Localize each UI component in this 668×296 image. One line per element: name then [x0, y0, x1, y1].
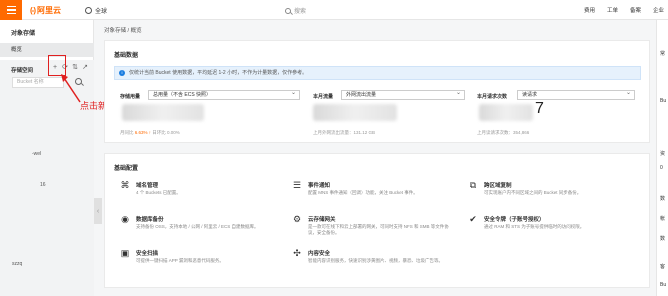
- event-notification-icon: ☰: [292, 180, 302, 190]
- breadcrumb: 对象存储 / 概览: [104, 28, 142, 34]
- storage-type-select[interactable]: 总用量（不含 ECS 快照）: [148, 89, 300, 100]
- feature-desc: 4 个 Buckets 已配置。: [136, 190, 181, 195]
- info-notice: i 仅统计当前 Bucket 使用数据，平均延迟 1-2 小时，不作为计量数据，…: [114, 66, 641, 80]
- nav-fees[interactable]: 费用: [584, 6, 595, 14]
- bucket-item[interactable]: -wel: [32, 151, 41, 157]
- info-icon: i: [119, 70, 125, 76]
- storage-label: 存储用量: [120, 94, 141, 100]
- storage-value-redacted: [122, 104, 204, 121]
- right-strip-text: 0: [660, 165, 663, 171]
- requests-label: 本月请求次数: [477, 94, 508, 100]
- right-strip-text: 常: [660, 51, 666, 57]
- feature-desc: 配置 MNS 事件通知（回调）功能，关注 Bucket 事件。: [308, 190, 418, 195]
- feature-cross-region-replication[interactable]: ⧉ 跨区域复制 可实现账户内不同区域之间的 Bucket 同步备份。: [468, 180, 638, 206]
- bucket-item[interactable]: szzq: [12, 261, 22, 267]
- right-strip-text: 数: [660, 236, 666, 242]
- traffic-type-select[interactable]: 外网流出流量: [341, 89, 465, 100]
- info-notice-text: 仅统计当前 Bucket 使用数据，平均延迟 1-2 小时，不作为计量数据，仅作…: [129, 70, 308, 76]
- nav-tickets[interactable]: 工单: [607, 6, 618, 14]
- right-side-panel: 常 Bu 资 0 数 帐 数 客 Bu: [656, 20, 668, 296]
- storage-footer-prefix: 月同比: [120, 130, 134, 135]
- bucket-section-label: 存储空间: [11, 68, 34, 74]
- cross-region-replication-icon: ⧉: [469, 180, 477, 190]
- right-strip-text: 数: [660, 196, 666, 202]
- feature-title[interactable]: 安全令牌（子账号授权）: [484, 215, 545, 223]
- feature-security-token[interactable]: ✔ 安全令牌（子账号授权） 通过 RAM 和 STS 为子账号提供临时的访问权限…: [468, 214, 638, 240]
- feature-title[interactable]: 数据库备份: [136, 215, 164, 223]
- database-backup-icon: ◉: [121, 214, 129, 224]
- right-strip-text: 帐: [660, 216, 666, 222]
- sidebar-item-overview[interactable]: 概览: [0, 43, 94, 57]
- collapse-sidebar-button[interactable]: ‹: [94, 198, 102, 224]
- logo-text: 阿里云: [37, 6, 61, 15]
- basic-data-title: 基础数据: [114, 53, 139, 59]
- feature-title[interactable]: 跨区域复制: [484, 181, 512, 189]
- feature-desc: 智能内容识别服务，快速识别涉黄图片、视频，暴恐、垃圾广告等。: [308, 258, 443, 263]
- traffic-footer: 上月外网流出流量：131.12 GB: [313, 130, 376, 135]
- globe-icon: [85, 7, 92, 14]
- traffic-value-redacted: [313, 104, 397, 121]
- sidebar: 对象存储 概览 存储空间 + ⟳ ⇅ ↗ Bucket 名称 -wel 16 s…: [0, 20, 94, 296]
- right-strip-text: 资: [660, 151, 666, 157]
- feature-cloud-storage-gateway[interactable]: ⚙ 云存储网关 是一款可在线下和云上部署的网关，可同时支持 NFS 和 SMB …: [292, 214, 462, 240]
- feature-desc: 是一款可在线下和云上部署的网关，可同时支持 NFS 和 SMB 等文件协议，安全…: [308, 224, 449, 235]
- basic-config-panel: 基础配置 ⌘ 域名管理 4 个 Buckets 已配置。 ☰ 事件通知 配置 M…: [104, 153, 650, 288]
- annotation-arrow-icon: [61, 74, 81, 103]
- feature-domain[interactable]: ⌘ 域名管理 4 个 Buckets 已配置。: [120, 180, 290, 206]
- requests-value-tail: 7: [535, 100, 544, 117]
- feature-event-notification[interactable]: ☰ 事件通知 配置 MNS 事件通知（回调）功能，关注 Bucket 事件。: [292, 180, 462, 206]
- nav-filing[interactable]: 备案: [630, 6, 641, 14]
- feature-desc: 通过 RAM 和 STS 为子账号提供临时的访问权限。: [484, 224, 585, 229]
- nav-enterprise[interactable]: 企业: [653, 6, 664, 14]
- sort-icon[interactable]: ⇅: [72, 63, 78, 71]
- search-placeholder: 搜索: [294, 9, 307, 15]
- feature-security-scan[interactable]: ▣ 安全扫描 可提供一键扫描 APP 漏洞和恶意代码服务。: [120, 248, 290, 274]
- feature-desc: 可实现账户内不同区域之间的 Bucket 同步备份。: [484, 190, 582, 195]
- domain-icon: ⌘: [120, 180, 130, 190]
- storage-footer-change: 6.63% ↑: [134, 130, 152, 135]
- region-selector[interactable]: 全球: [85, 6, 107, 15]
- sidebar-title: 对象存储: [11, 31, 36, 37]
- region-label: 全球: [95, 9, 108, 15]
- feature-title[interactable]: 安全扫描: [136, 249, 158, 257]
- traffic-label: 本月流量: [313, 94, 334, 100]
- annotation-highlight-box: [48, 55, 66, 76]
- feature-content-security[interactable]: ✣ 内容安全 智能内容识别服务，快速识别涉黄图片、视频，暴恐、垃圾广告等。: [292, 248, 462, 274]
- basic-config-title: 基础配置: [114, 166, 139, 172]
- top-nav: 费用 工单 备案 企业: [584, 6, 668, 14]
- feature-title[interactable]: 云存储网关: [308, 215, 336, 223]
- aliyun-logo[interactable]: (-) 阿里云: [30, 5, 61, 16]
- open-external-icon[interactable]: ↗: [82, 63, 88, 71]
- top-bar: (-) 阿里云 全球 搜索 费用 工单 备案 企业: [0, 0, 668, 20]
- content-security-icon: ✣: [293, 248, 301, 258]
- feature-database-backup[interactable]: ◉ 数据库备份 支持备份 OSS，支持本地 / 公网 / 阿里云 / ECS 自…: [120, 214, 290, 240]
- right-strip-text: 客: [660, 264, 666, 270]
- global-search[interactable]: 搜索: [285, 6, 306, 15]
- cloud-storage-gateway-icon: ⚙: [292, 214, 302, 224]
- bucket-search-input[interactable]: Bucket 名称: [12, 77, 64, 88]
- feature-desc: 支持备份 OSS，支持本地 / 公网 / 阿里云 / ECS 自建数据库。: [136, 224, 259, 229]
- feature-desc: 可提供一键扫描 APP 漏洞和恶意代码服务。: [136, 258, 224, 263]
- storage-footer: 月同比 6.63% ↑ 日环比 0.00%: [120, 130, 180, 136]
- feature-title[interactable]: 域名管理: [136, 181, 158, 189]
- feature-title[interactable]: 事件通知: [308, 181, 330, 189]
- basic-data-panel: 基础数据 i 仅统计当前 Bucket 使用数据，平均延迟 1-2 小时，不作为…: [104, 40, 650, 143]
- requests-value-redacted: [479, 104, 533, 121]
- security-token-icon: ✔: [469, 214, 477, 224]
- bucket-item[interactable]: 16: [40, 182, 46, 188]
- storage-footer-suffix: 日环比 0.00%: [152, 130, 180, 135]
- right-strip-text: Bu: [660, 282, 667, 288]
- logo-mark: (-): [30, 6, 36, 15]
- search-icon: [285, 7, 291, 14]
- requests-type-select[interactable]: 读请求: [517, 89, 635, 100]
- feature-title[interactable]: 内容安全: [308, 249, 330, 257]
- security-scan-icon: ▣: [120, 248, 130, 258]
- hamburger-menu-button[interactable]: [0, 0, 22, 20]
- right-strip-text: Bu: [660, 98, 667, 104]
- requests-footer: 上月读请求次数：354,866: [477, 130, 530, 135]
